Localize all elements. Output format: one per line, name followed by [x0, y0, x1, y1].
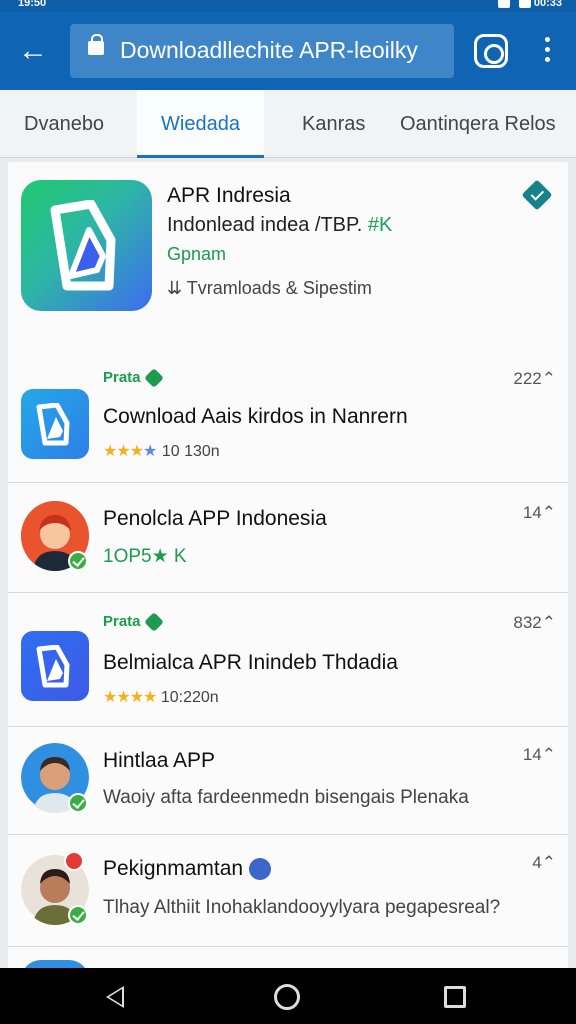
featured-app-card[interactable]: APR Indresia Indonlead indea /TBP. #K Gp…: [8, 162, 568, 332]
nav-recents-icon[interactable]: [444, 986, 466, 1008]
pin-icon: [249, 858, 272, 881]
shield-icon: [143, 612, 164, 632]
item-subtitle: 1OP5★ K: [103, 546, 187, 567]
item-subtitle: Waoiy afta fardeenmedn bisengais Plenaka: [103, 787, 469, 808]
app-icon: [21, 180, 152, 311]
tab-2[interactable]: Kanras: [302, 90, 382, 158]
status-time: 19:50: [18, 0, 47, 9]
wifi-icon: [497, 0, 510, 9]
back-arrow-icon[interactable]: ←: [16, 34, 50, 68]
item-count: 832⌃: [513, 613, 556, 632]
item-label: Prata: [103, 612, 164, 632]
notification-badge-icon: [64, 851, 84, 871]
rating: ★★★★ 10 130n: [103, 443, 220, 460]
list-item[interactable]: 14⌃ Hintlaa APP Waoiy afta fardeenmedn b…: [8, 727, 568, 835]
item-subtitle: Tlhay Althiit Inohaklandooyylyara pegape…: [103, 897, 501, 918]
item-count: 4⌃: [532, 853, 556, 872]
featured-downloads: ⇊ Tvramloads & Sipestim: [167, 278, 372, 298]
item-title: Belmialca APR Inindeb Thdadia: [103, 651, 398, 674]
nav-home-icon[interactable]: [274, 984, 300, 1010]
item-count: 14⌃: [522, 503, 556, 522]
featured-tag: Gpnam: [167, 244, 227, 264]
status-clock-right: 00:33: [533, 0, 562, 9]
verified-check-icon: [68, 551, 88, 571]
tab-1[interactable]: Wiedada: [137, 90, 264, 158]
app-icon: [21, 389, 89, 459]
item-count: 222⌃: [513, 369, 556, 388]
featured-subtitle: Indonlead indea /TBP. #K: [167, 214, 393, 236]
list-item[interactable]: Prata 222⌃ Cownload Aais kirdos in Nanre…: [8, 357, 568, 483]
item-title: Pekignmamtan: [103, 857, 272, 881]
verified-check-icon: [68, 905, 88, 925]
item-title: Penolcla APP Indonesia: [103, 507, 327, 530]
overflow-menu-icon[interactable]: [540, 37, 554, 67]
system-nav-bar: [0, 968, 576, 1024]
tab-bar: Dvanebo Wiedada Kanras Oantinqera Relos: [0, 90, 576, 158]
list-item[interactable]: Prata 832⌃ Belmialca APR Inindeb Thdadia…: [8, 593, 568, 727]
tab-3[interactable]: Oantinqera Relos: [400, 90, 570, 158]
download-icon: ⇊: [167, 278, 183, 298]
battery-icon: [518, 0, 531, 9]
status-bar: 19:50 00:33: [0, 0, 576, 12]
app-icon: [21, 631, 89, 701]
item-count: 14⌃: [522, 745, 556, 764]
browser-toolbar: ← Downloadllechite APR-leoilky: [0, 12, 576, 90]
featured-title: APR Indresia: [167, 184, 291, 207]
camera-lens-icon[interactable]: [474, 34, 508, 68]
list-item[interactable]: 14⌃ Penolcla APP Indonesia 1OP5★ K: [8, 483, 568, 593]
url-text: Downloadllechite APR-leoilky: [120, 37, 418, 63]
results-list: APR Indresia Indonlead indea /TBP. #K Gp…: [8, 162, 568, 968]
lock-icon: [88, 34, 104, 55]
nav-back-icon[interactable]: [106, 986, 124, 1008]
rating: ★★★★ 10:220n: [103, 689, 219, 706]
avatar-partial: [21, 960, 89, 968]
status-right-clock: 00:33: [492, 0, 562, 9]
verified-check-icon: [68, 793, 88, 813]
item-title: Hintlaa APP: [103, 749, 216, 772]
list-item[interactable]: 4⌃ Pekignmamtan Tlhay Althiit Inohakland…: [8, 835, 568, 947]
verified-badge-icon: [521, 179, 553, 211]
item-title: Cownload Aais kirdos in Nanrern: [103, 405, 408, 428]
item-label: Prata: [103, 368, 164, 388]
shield-icon: [143, 368, 164, 388]
tab-0[interactable]: Dvanebo: [24, 90, 124, 158]
url-bar[interactable]: Downloadllechite APR-leoilky: [70, 24, 454, 78]
